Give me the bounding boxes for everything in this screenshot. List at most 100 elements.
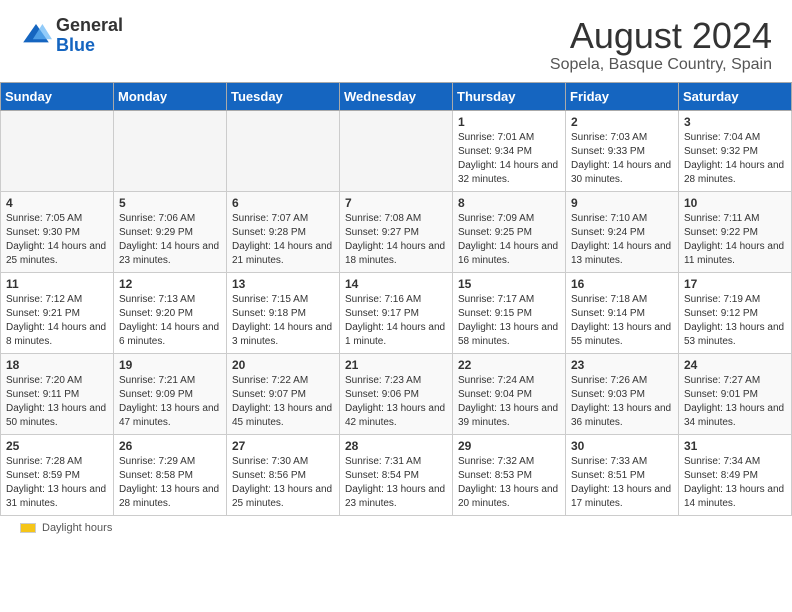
day-info: Sunrise: 7:07 AMSunset: 9:28 PMDaylight:… [232,212,334,268]
weekday-header-friday: Friday [566,82,679,110]
day-number: 28 [345,439,447,453]
day-number: 29 [458,439,560,453]
calendar-cell-11: 11Sunrise: 7:12 AMSunset: 9:21 PMDayligh… [1,272,114,353]
day-info: Sunrise: 7:11 AMSunset: 9:22 PMDaylight:… [684,212,786,268]
day-number: 10 [684,196,786,210]
calendar-cell-20: 20Sunrise: 7:22 AMSunset: 9:07 PMDayligh… [227,353,340,434]
calendar-cell-24: 24 Sunrise: 7:27 AMSunset: 9:01 PMDayligh… [679,353,792,434]
day-number: 14 [345,277,447,291]
day-info: Sunrise: 7:06 AMSunset: 9:29 PMDaylight:… [119,212,221,268]
day-number: 16 [571,277,673,291]
day-number: 21 [345,358,447,372]
day-number: 24 [684,358,786,372]
calendar-cell-empty [114,110,227,191]
day-number: 7 [345,196,447,210]
calendar-table: SundayMondayTuesdayWednesdayThursdayFrid… [0,82,792,516]
calendar-cell-9: 9Sunrise: 7:10 AMSunset: 9:24 PMDaylight… [566,191,679,272]
day-info: Sunrise: 7:08 AMSunset: 9:27 PMDaylight:… [345,212,447,268]
day-info: Sunrise: 7:31 AMSunset: 8:54 PMDaylight:… [345,455,447,511]
day-number: 23 [571,358,673,372]
calendar-cell-3: 3 Sunrise: 7:04 AMSunset: 9:32 PMDaylight… [679,110,792,191]
calendar-cell-19: 19Sunrise: 7:21 AMSunset: 9:09 PMDayligh… [114,353,227,434]
day-info: Sunrise: 7:28 AMSunset: 8:59 PMDaylight:… [6,455,108,511]
calendar-cell-12: 12 Sunrise: 7:13 AMSunset: 9:20 PMDayligh… [114,272,227,353]
legend: Daylight hours [0,516,792,540]
day-info: Sunrise: 7:30 AMSunset: 8:56 PMDaylight:… [232,455,334,511]
week-row-4: 18 Sunrise: 7:20 AMSunset: 9:11 PMDayligh… [1,353,792,434]
week-row-5: 25 Sunrise: 7:28 AMSunset: 8:59 PMDayligh… [1,434,792,515]
day-number: 13 [232,277,334,291]
day-number: 26 [119,439,221,453]
day-number: 12 [119,277,221,291]
day-info: Sunrise: 7:22 AMSunset: 9:07 PMDaylight:… [232,374,334,430]
day-info: Sunrise: 7:27 AMSunset: 9:01 PMDaylight:… [684,374,786,430]
calendar-cell-6: 6 Sunrise: 7:07 AMSunset: 9:28 PMDaylight… [227,191,340,272]
calendar-cell-7: 7 Sunrise: 7:08 AMSunset: 9:27 PMDaylight… [340,191,453,272]
calendar-cell-28: 28 Sunrise: 7:31 AMSunset: 8:54 PMDayligh… [340,434,453,515]
calendar-cell-empty [1,110,114,191]
calendar-cell-14: 14 Sunrise: 7:16 AMSunset: 9:17 PMDayligh… [340,272,453,353]
day-number: 8 [458,196,560,210]
daylight-label: Daylight hours [42,522,112,534]
day-info: Sunrise: 7:05 AMSunset: 9:30 PMDaylight:… [6,212,108,268]
day-number: 22 [458,358,560,372]
day-number: 4 [6,196,108,210]
day-info: Sunrise: 7:19 AMSunset: 9:12 PMDaylight:… [684,293,786,349]
day-info: Sunrise: 7:26 AMSunset: 9:03 PMDaylight:… [571,374,673,430]
calendar-cell-1: 1 Sunrise: 7:01 AMSunset: 9:34 PMDaylight… [453,110,566,191]
day-info: Sunrise: 7:32 AMSunset: 8:53 PMDaylight:… [458,455,560,511]
day-info: Sunrise: 7:20 AMSunset: 9:11 PMDaylight:… [6,374,108,430]
day-number: 5 [119,196,221,210]
day-number: 3 [684,115,786,129]
day-number: 27 [232,439,334,453]
calendar-cell-8: 8 Sunrise: 7:09 AMSunset: 9:25 PMDaylight… [453,191,566,272]
calendar-cell-26: 26 Sunrise: 7:29 AMSunset: 8:58 PMDayligh… [114,434,227,515]
day-number: 25 [6,439,108,453]
weekday-header-saturday: Saturday [679,82,792,110]
weekday-header-row: SundayMondayTuesdayWednesdayThursdayFrid… [1,82,792,110]
calendar-cell-21: 21 Sunrise: 7:23 AMSunset: 9:06 PMDayligh… [340,353,453,434]
calendar-cell-empty [340,110,453,191]
day-info: Sunrise: 7:34 AMSunset: 8:49 PMDaylight:… [684,455,786,511]
logo-blue: Blue [56,36,123,56]
day-info: Sunrise: 7:23 AMSunset: 9:06 PMDaylight:… [345,374,447,430]
day-number: 31 [684,439,786,453]
logo-general: General [56,16,123,36]
day-info: Sunrise: 7:16 AMSunset: 9:17 PMDaylight:… [345,293,447,349]
weekday-header-tuesday: Tuesday [227,82,340,110]
day-number: 6 [232,196,334,210]
calendar-cell-30: 30 Sunrise: 7:33 AMSunset: 8:51 PMDayligh… [566,434,679,515]
day-number: 1 [458,115,560,129]
day-info: Sunrise: 7:01 AMSunset: 9:34 PMDaylight:… [458,131,560,187]
logo-icon [20,20,52,52]
week-row-2: 4 Sunrise: 7:05 AMSunset: 9:30 PMDaylight… [1,191,792,272]
calendar-cell-29: 29 Sunrise: 7:32 AMSunset: 8:53 PMDayligh… [453,434,566,515]
day-number: 11 [6,277,108,291]
day-info: Sunrise: 7:13 AMSunset: 9:20 PMDaylight:… [119,293,221,349]
day-number: 19 [119,358,221,372]
day-info: Sunrise: 7:15 AMSunset: 9:18 PMDaylight:… [232,293,334,349]
day-number: 30 [571,439,673,453]
calendar-cell-5: 5 Sunrise: 7:06 AMSunset: 9:29 PMDaylight… [114,191,227,272]
day-number: 17 [684,277,786,291]
day-info: Sunrise: 7:09 AMSunset: 9:25 PMDaylight:… [458,212,560,268]
day-info: Sunrise: 7:29 AMSunset: 8:58 PMDaylight:… [119,455,221,511]
day-info: Sunrise: 7:04 AMSunset: 9:32 PMDaylight:… [684,131,786,187]
day-info: Sunrise: 7:24 AMSunset: 9:04 PMDaylight:… [458,374,560,430]
weekday-header-wednesday: Wednesday [340,82,453,110]
weekday-header-thursday: Thursday [453,82,566,110]
day-info: Sunrise: 7:33 AMSunset: 8:51 PMDaylight:… [571,455,673,511]
weekday-header-sunday: Sunday [1,82,114,110]
day-number: 18 [6,358,108,372]
calendar-cell-18: 18 Sunrise: 7:20 AMSunset: 9:11 PMDayligh… [1,353,114,434]
day-info: Sunrise: 7:18 AMSunset: 9:14 PMDaylight:… [571,293,673,349]
title-block: August 2024 Sopela, Basque Country, Spai… [550,16,772,74]
week-row-3: 11Sunrise: 7:12 AMSunset: 9:21 PMDayligh… [1,272,792,353]
page-header: General Blue August 2024 Sopela, Basque … [0,0,792,82]
day-number: 15 [458,277,560,291]
logo: General Blue [20,16,123,56]
calendar-cell-31: 31 Sunrise: 7:34 AMSunset: 8:49 PMDayligh… [679,434,792,515]
calendar-cell-17: 17 Sunrise: 7:19 AMSunset: 9:12 PMDayligh… [679,272,792,353]
calendar-cell-27: 27 Sunrise: 7:30 AMSunset: 8:56 PMDayligh… [227,434,340,515]
day-number: 9 [571,196,673,210]
